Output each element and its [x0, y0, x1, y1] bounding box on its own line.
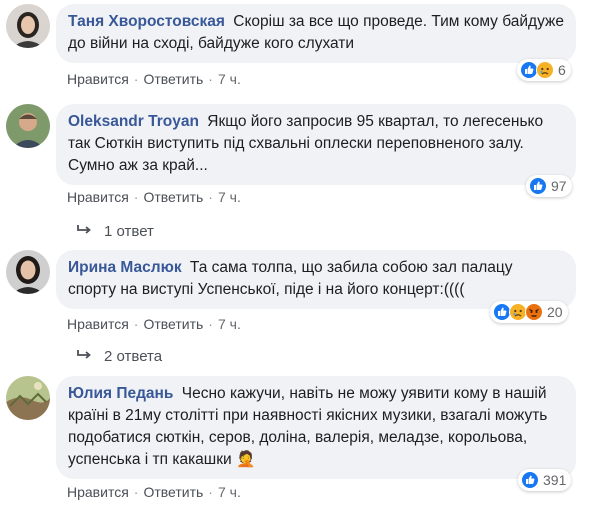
reaction-count: 97: [551, 178, 567, 194]
like-button[interactable]: Нравится: [67, 189, 129, 205]
reaction-summary[interactable]: 97: [526, 175, 572, 197]
comment-bubble: Ирина Маслюк Та сама толпа, що забила со…: [56, 250, 576, 309]
comment-author[interactable]: Ирина Маслюк: [68, 259, 182, 276]
sad-icon: [536, 61, 554, 79]
comment-author[interactable]: Таня Хворостовская: [68, 13, 225, 30]
comment-time[interactable]: 7 ч.: [218, 316, 241, 332]
comment-actions: Нравится · Ответить · 7 ч.: [67, 71, 241, 87]
comment-actions: Нравится · Ответить · 7 ч.: [67, 484, 241, 500]
comment-time[interactable]: 7 ч.: [218, 189, 241, 205]
reply-arrow-icon: [76, 223, 104, 240]
reply-button[interactable]: Ответить: [143, 484, 203, 500]
comment-author[interactable]: Юлия Педань: [68, 385, 173, 402]
reaction-count: 6: [558, 62, 566, 78]
comment-actions: Нравится · Ответить · 7 ч.: [67, 316, 241, 332]
comment-time[interactable]: 7 ч.: [218, 484, 241, 500]
reaction-summary[interactable]: 391: [518, 469, 572, 491]
reply-button[interactable]: Ответить: [143, 189, 203, 205]
view-replies-button[interactable]: 2 ответа: [76, 348, 162, 365]
reply-button[interactable]: Ответить: [143, 71, 203, 87]
avatar[interactable]: [6, 104, 50, 148]
reply-button[interactable]: Ответить: [143, 316, 203, 332]
like-icon: [521, 471, 539, 489]
avatar[interactable]: [6, 250, 50, 294]
comment-author[interactable]: Oleksandr Troyan: [68, 113, 199, 130]
sad-icon: [509, 303, 527, 321]
comment-bubble: Таня Хворостовская Скоріш за все що пров…: [56, 4, 576, 63]
reaction-count: 20: [547, 304, 563, 320]
replies-label[interactable]: 2 ответа: [104, 348, 162, 365]
like-button[interactable]: Нравится: [67, 484, 129, 500]
comment-bubble: Oleksandr Troyan Якщо його запросив 95 к…: [56, 104, 576, 185]
comment-time[interactable]: 7 ч.: [218, 71, 241, 87]
reaction-summary[interactable]: 20: [490, 301, 568, 323]
reaction-summary[interactable]: 6: [517, 59, 571, 81]
like-icon: [520, 61, 538, 79]
comment-actions: Нравится · Ответить · 7 ч.: [67, 189, 241, 205]
avatar[interactable]: [6, 376, 50, 420]
reply-arrow-icon: [76, 348, 104, 365]
like-icon: [493, 303, 511, 321]
like-button[interactable]: Нравится: [67, 71, 129, 87]
avatar[interactable]: [6, 4, 50, 48]
comment-bubble: Юлия Педань Чесно кажучи, навіть не можу…: [56, 376, 576, 479]
reaction-count: 391: [543, 472, 567, 488]
replies-label[interactable]: 1 ответ: [104, 223, 154, 240]
like-button[interactable]: Нравится: [67, 316, 129, 332]
like-icon: [529, 177, 547, 195]
angry-icon: [525, 303, 543, 321]
view-replies-button[interactable]: 1 ответ: [76, 223, 154, 240]
